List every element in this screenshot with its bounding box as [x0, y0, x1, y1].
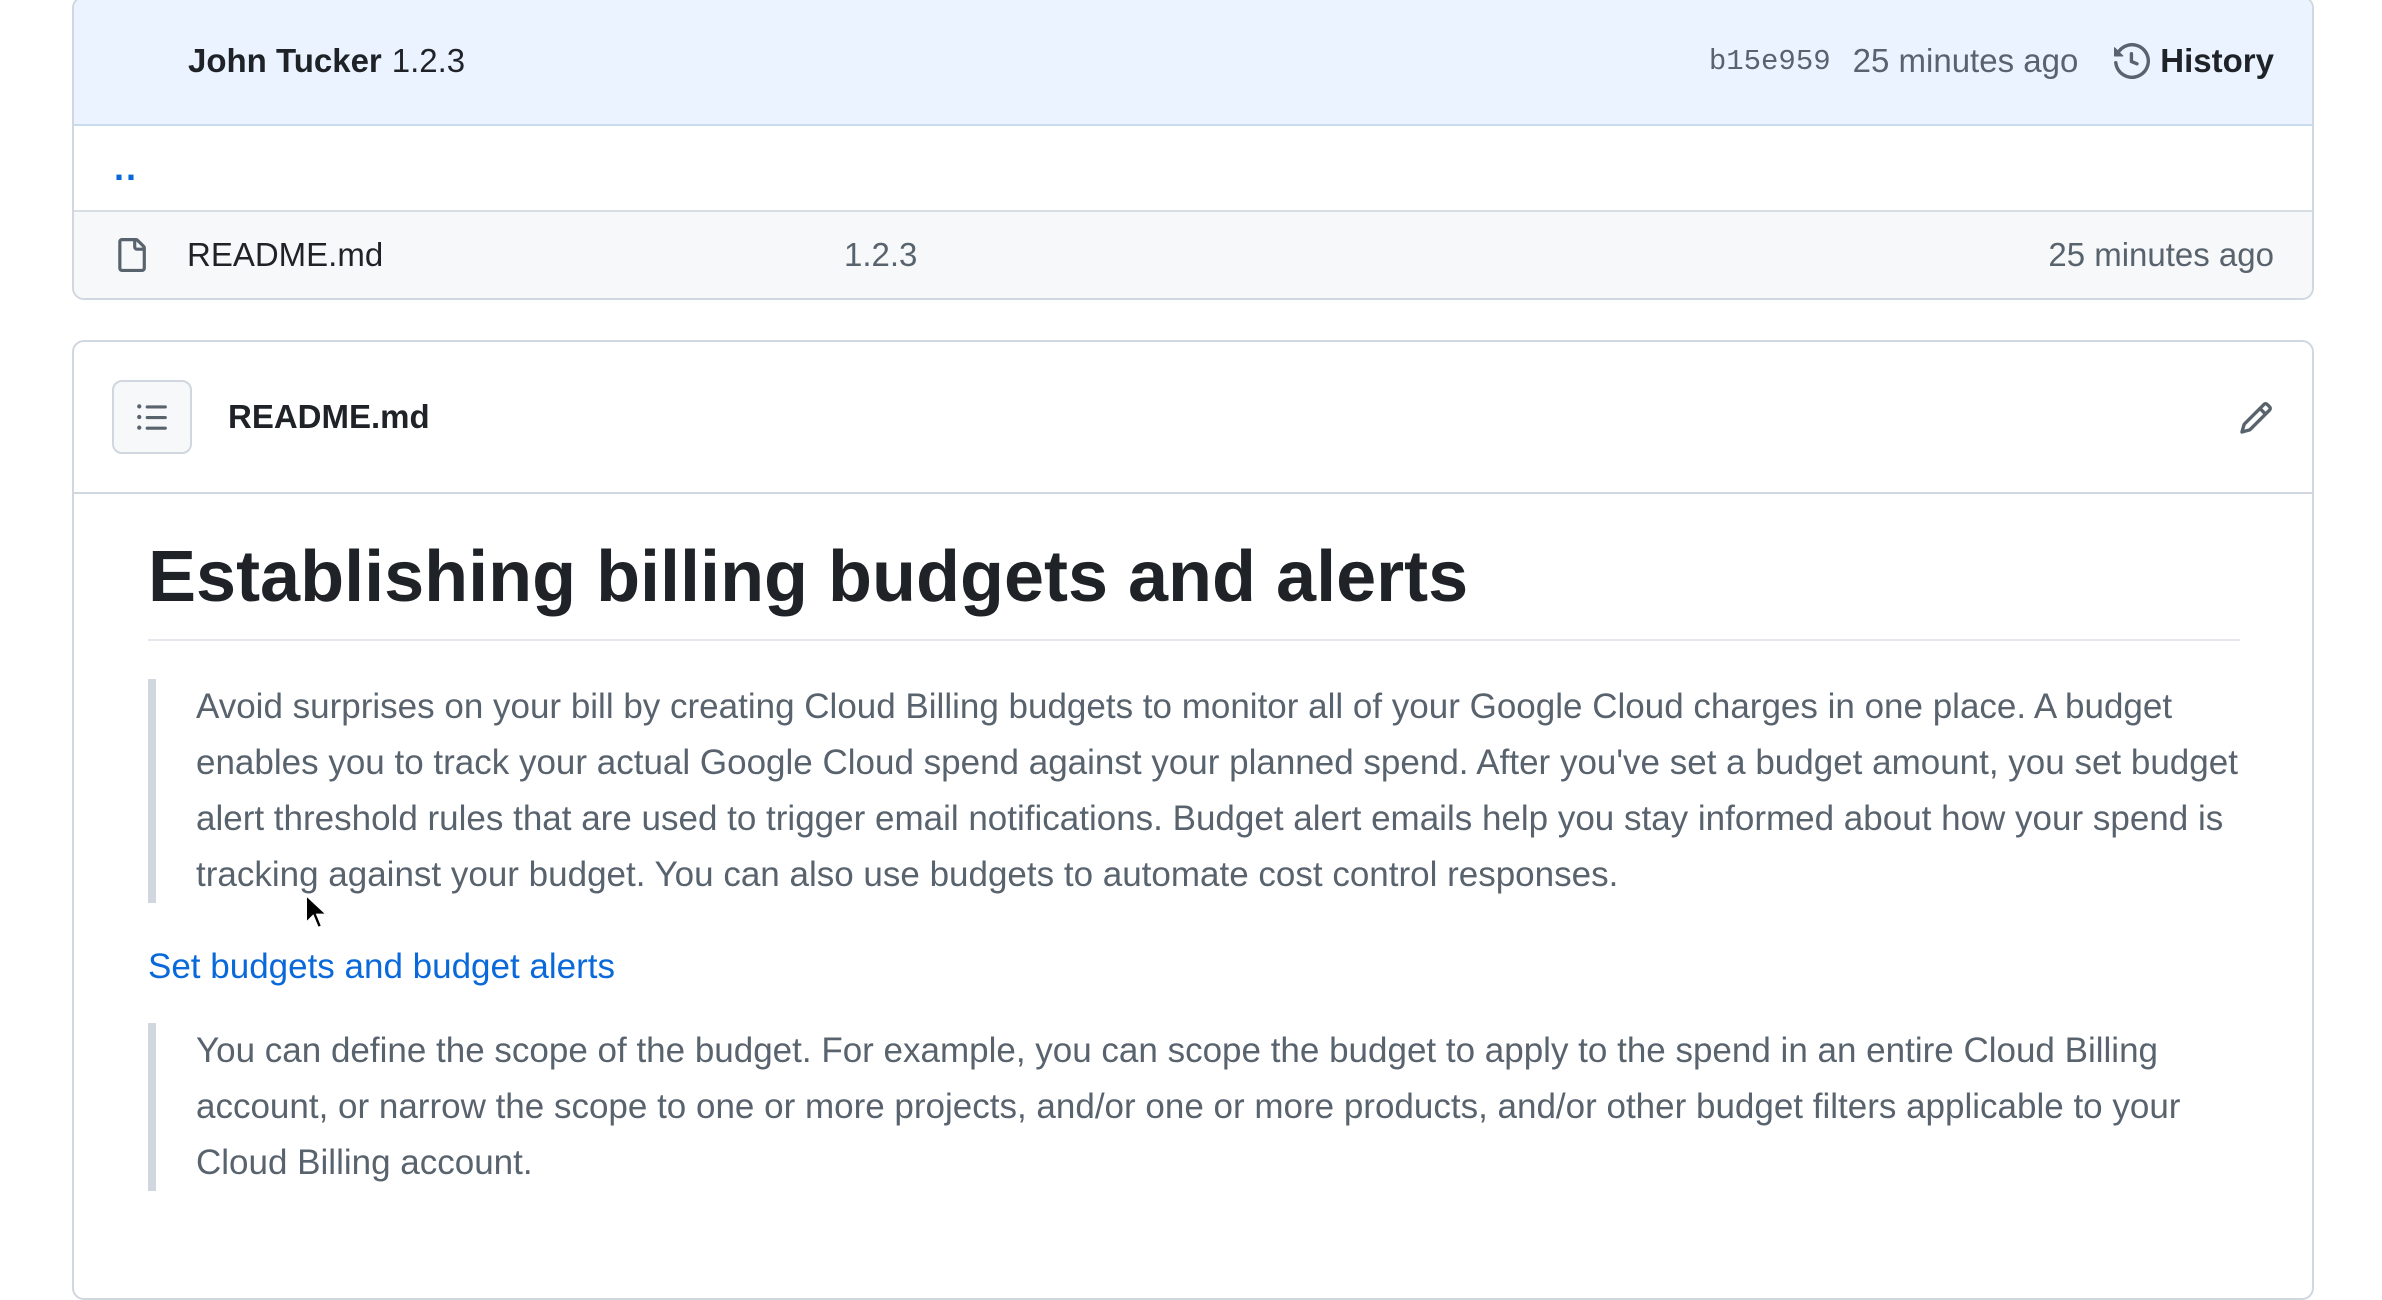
- commit-author[interactable]: John Tucker: [188, 42, 382, 80]
- pencil-icon: [2240, 402, 2272, 434]
- commit-sha[interactable]: b15e959: [1709, 45, 1831, 78]
- commit-time: 25 minutes ago: [1852, 42, 2079, 79]
- parent-directory-label: ..: [114, 147, 139, 188]
- history-label: History: [2160, 42, 2274, 79]
- blockquote-text: Avoid surprises on your bill by creating…: [196, 687, 2238, 895]
- blockquote-text: You can define the scope of the budget. …: [196, 1031, 2181, 1183]
- file-icon: [118, 238, 146, 272]
- parent-directory-link[interactable]: ..: [74, 126, 2312, 212]
- file-commit-message[interactable]: 1.2.3: [844, 236, 917, 274]
- file-name-link[interactable]: README.md: [187, 236, 383, 274]
- readme-blockquote-intro: Avoid surprises on your bill by creating…: [148, 679, 2240, 904]
- readme-panel: README.md Establishing billing budgets a…: [72, 340, 2314, 1300]
- outline-button[interactable]: [112, 380, 192, 454]
- file-commit-time: 25 minutes ago: [2048, 236, 2274, 273]
- readme-heading: Establishing billing budgets and alerts: [148, 494, 2240, 642]
- file-browser: John Tucker 1.2.3 b15e959 25 minutes ago…: [72, 0, 2314, 300]
- edit-file-button[interactable]: [2232, 394, 2280, 442]
- mouse-pointer-icon: [305, 893, 330, 930]
- latest-commit-bar: John Tucker 1.2.3 b15e959 25 minutes ago…: [74, 0, 2312, 126]
- history-icon: [2114, 43, 2151, 79]
- commit-message[interactable]: 1.2.3: [392, 42, 465, 80]
- list-unordered-icon: [137, 404, 167, 430]
- set-budgets-link[interactable]: Set budgets and budget alerts: [148, 947, 615, 987]
- readme-content: Establishing billing budgets and alerts …: [148, 494, 2240, 1192]
- file-row[interactable]: README.md 1.2.3 25 minutes ago: [74, 212, 2312, 298]
- readme-blockquote-scope: You can define the scope of the budget. …: [148, 1023, 2240, 1192]
- readme-filename[interactable]: README.md: [228, 398, 430, 436]
- history-button[interactable]: History: [2114, 42, 2274, 80]
- readme-header: README.md: [74, 342, 2312, 494]
